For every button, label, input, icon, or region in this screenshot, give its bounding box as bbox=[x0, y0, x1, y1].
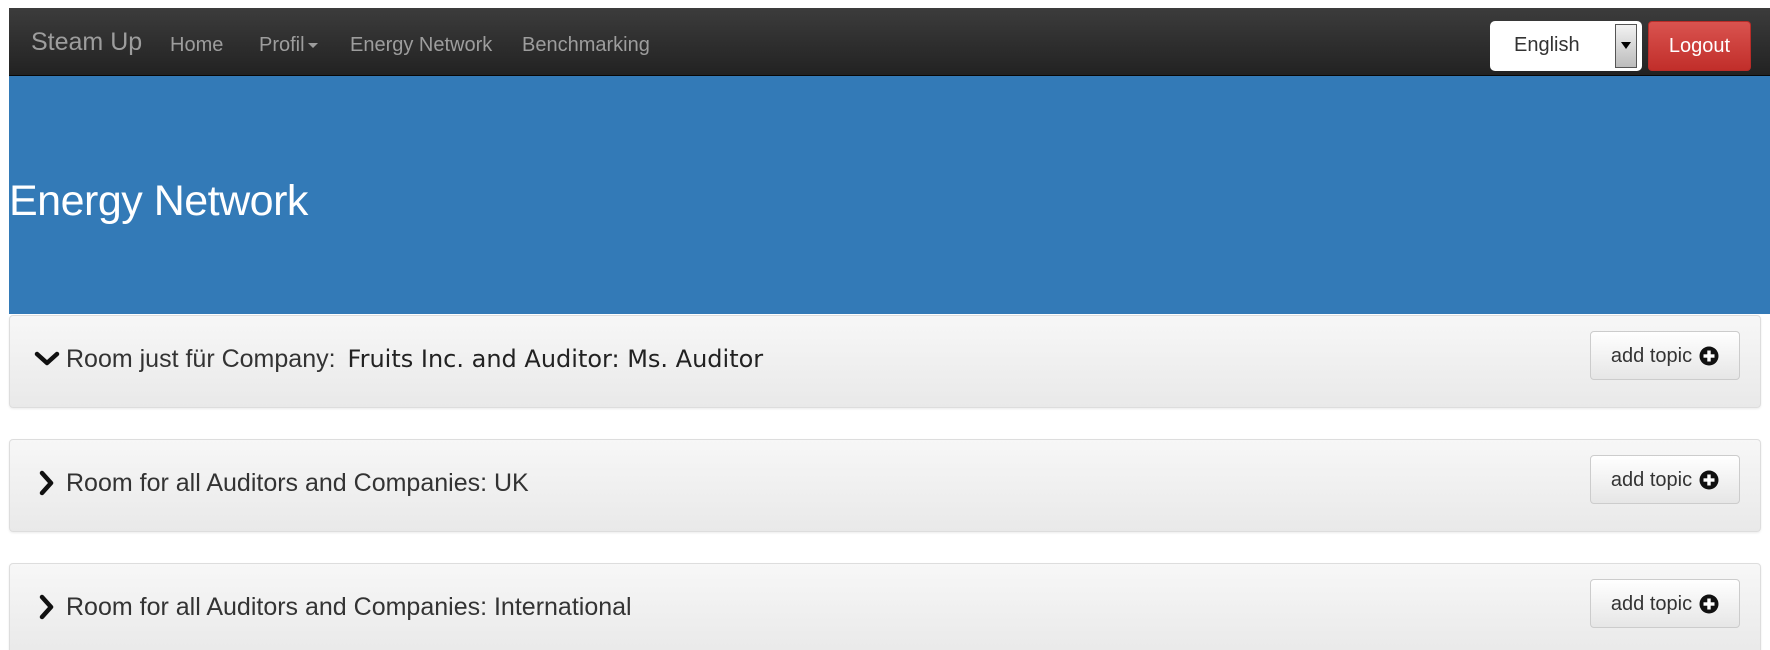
add-topic-label: add topic bbox=[1610, 592, 1693, 615]
nav-link-energy-network[interactable]: Energy Network bbox=[350, 35, 492, 55]
room-panel-toggle[interactable]: Room for all Auditors and Companies: Int… bbox=[34, 594, 632, 620]
page-title: Energy Network bbox=[9, 177, 308, 225]
chevron-right-icon bbox=[39, 470, 54, 496]
room-members: Fruits Inc. and Auditor: Ms. Auditor bbox=[347, 345, 764, 373]
add-topic-label: add topic bbox=[1610, 468, 1693, 491]
room-panel-company: Room just für Company: Fruits Inc. and A… bbox=[9, 315, 1761, 408]
plus-circle-icon bbox=[1699, 470, 1719, 489]
room-title: Room just für Company: bbox=[66, 344, 336, 373]
add-topic-button[interactable]: add topic bbox=[1590, 579, 1740, 628]
page: Steam Up Home Profil Energy Network Benc… bbox=[0, 0, 1770, 650]
hero-banner: Energy Network bbox=[9, 76, 1770, 314]
add-topic-button[interactable]: add topic bbox=[1590, 331, 1740, 380]
room-panel-toggle[interactable]: Room for all Auditors and Companies: UK bbox=[34, 470, 529, 496]
language-select[interactable]: English bbox=[1490, 21, 1642, 71]
nav-link-home[interactable]: Home bbox=[170, 35, 223, 55]
dropdown-arrow-icon[interactable] bbox=[1615, 24, 1637, 68]
brand-link[interactable]: Steam Up bbox=[31, 30, 142, 55]
room-panel-uk: Room for all Auditors and Companies: UK … bbox=[9, 439, 1761, 532]
nav-dropdown-profil[interactable]: Profil bbox=[259, 35, 318, 55]
language-select-value: English bbox=[1514, 34, 1580, 56]
caret-down-icon bbox=[307, 43, 318, 49]
plus-circle-icon bbox=[1699, 594, 1719, 613]
top-navbar: Steam Up Home Profil Energy Network Benc… bbox=[9, 8, 1770, 76]
add-topic-button[interactable]: add topic bbox=[1590, 455, 1740, 504]
room-panel-international: Room for all Auditors and Companies: Int… bbox=[9, 563, 1761, 650]
add-topic-label: add topic bbox=[1610, 344, 1693, 367]
logout-button[interactable]: Logout bbox=[1648, 21, 1751, 71]
room-title: Room for all Auditors and Companies: Int… bbox=[66, 592, 632, 621]
room-title: Room for all Auditors and Companies: UK bbox=[66, 468, 529, 497]
plus-circle-icon bbox=[1699, 346, 1719, 365]
chevron-down-icon bbox=[34, 351, 60, 366]
chevron-right-icon bbox=[39, 594, 54, 620]
nav-link-benchmarking[interactable]: Benchmarking bbox=[522, 35, 650, 55]
room-panel-toggle[interactable]: Room just für Company: Fruits Inc. and A… bbox=[34, 346, 763, 372]
nav-dropdown-profil-label: Profil bbox=[259, 34, 305, 56]
